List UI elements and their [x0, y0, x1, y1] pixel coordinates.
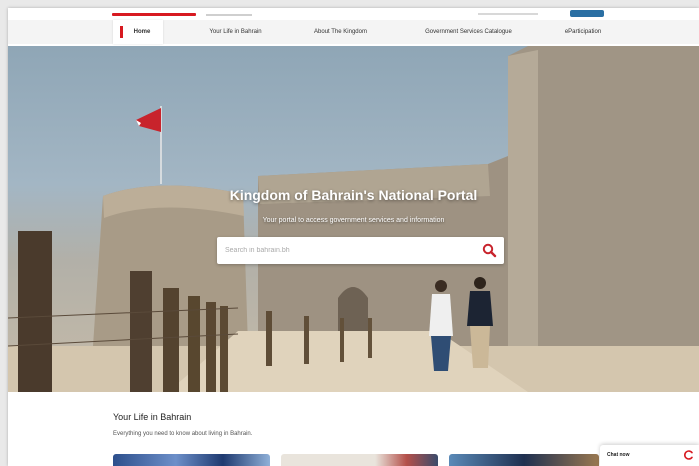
- hero-banner: Kingdom of Bahrain's National Portal You…: [8, 46, 699, 392]
- search-input[interactable]: [217, 237, 467, 264]
- chat-widget[interactable]: Chat now: [600, 445, 699, 466]
- section-description: Everything you need to know about living…: [113, 431, 253, 437]
- nav-item-label: Government Services Catalogue: [425, 29, 512, 35]
- nav-item-label: eParticipation: [564, 29, 602, 35]
- chat-icon: [684, 450, 693, 460]
- life-card[interactable]: [113, 454, 270, 466]
- section-title: Your Life in Bahrain: [113, 412, 192, 422]
- nav-item-label: Home: [133, 29, 151, 35]
- search-button[interactable]: [481, 242, 498, 259]
- utility-tab[interactable]: [206, 14, 252, 16]
- hero-subtitle: Your portal to access government service…: [262, 217, 445, 224]
- your-life-section: Your Life in Bahrain Everything you need…: [8, 392, 699, 466]
- hero-title: Kingdom of Bahrain's National Portal: [229, 187, 478, 203]
- life-card[interactable]: [281, 454, 438, 466]
- browser-page: Home Your Life in Bahrain About The King…: [8, 8, 699, 466]
- main-nav: Home Your Life in Bahrain About The King…: [8, 20, 699, 44]
- utility-links: [478, 13, 538, 15]
- nav-item-label: Your Life in Bahrain: [209, 29, 262, 35]
- nav-item-label: About The Kingdom: [314, 29, 367, 35]
- search-box: [217, 237, 504, 264]
- utility-tab-active[interactable]: [112, 13, 196, 16]
- nav-item-about-kingdom[interactable]: About The Kingdom: [298, 20, 383, 44]
- nav-item-services-catalogue[interactable]: Government Services Catalogue: [406, 20, 531, 44]
- utility-strip: [8, 8, 699, 18]
- utility-button[interactable]: [570, 10, 604, 17]
- search-icon: [482, 243, 497, 258]
- nav-item-your-life[interactable]: Your Life in Bahrain: [193, 20, 278, 44]
- nav-item-home[interactable]: Home: [113, 20, 163, 44]
- chat-label: Chat now: [607, 452, 630, 458]
- life-card[interactable]: [449, 454, 599, 466]
- nav-item-eparticipation[interactable]: eParticipation: [548, 20, 618, 44]
